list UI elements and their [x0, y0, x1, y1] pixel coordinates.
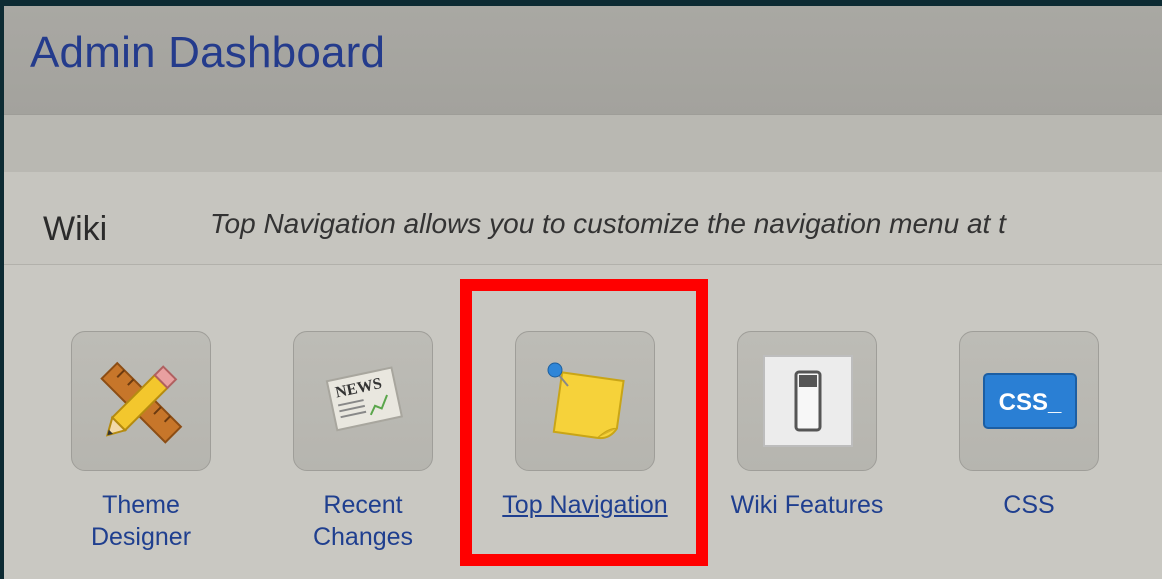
tool-label[interactable]: Theme Designer: [41, 489, 241, 553]
toggle-switch-icon: [763, 355, 853, 447]
tool-tile[interactable]: [71, 331, 211, 471]
sticky-note-icon: [547, 362, 625, 440]
tool-css[interactable]: CSS_ CSS: [929, 331, 1129, 521]
tool-tile[interactable]: [737, 331, 877, 471]
tool-label[interactable]: CSS: [929, 489, 1129, 521]
wiki-section-header: Wiki Top Navigation allows you to custom…: [4, 172, 1162, 265]
tool-tile[interactable]: [515, 331, 655, 471]
tool-recent-changes[interactable]: NEWS Recent Changes: [263, 331, 463, 553]
tool-label-link[interactable]: Top Navigation: [485, 489, 685, 521]
css-badge-text: CSS_: [999, 389, 1062, 416]
tab-bar: [4, 114, 1162, 173]
tool-grid: Theme Designer NEWS Recent Changes Top N…: [4, 265, 1162, 579]
page-title: Admin Dashboard: [30, 28, 386, 77]
tool-top-navigation[interactable]: Top Navigation: [485, 331, 685, 521]
tool-tile[interactable]: NEWS: [293, 331, 433, 471]
css-icon: CSS_: [983, 373, 1077, 429]
pencil-ruler-icon: [100, 361, 183, 444]
tool-label[interactable]: Wiki Features: [707, 489, 907, 521]
section-description: Top Navigation allows you to customize t…: [210, 208, 1006, 239]
dashboard-header: Admin Dashboard: [4, 6, 1162, 114]
admin-dashboard-panel: Admin Dashboard Wiki Top Navigation allo…: [4, 6, 1162, 579]
tool-wiki-features[interactable]: Wiki Features: [707, 331, 907, 521]
newspaper-icon: NEWS: [325, 366, 404, 432]
tool-label[interactable]: Recent Changes: [263, 489, 463, 553]
section-label: Wiki: [43, 210, 108, 248]
tool-theme-designer[interactable]: Theme Designer: [41, 331, 241, 553]
tool-tile[interactable]: CSS_: [959, 331, 1099, 471]
